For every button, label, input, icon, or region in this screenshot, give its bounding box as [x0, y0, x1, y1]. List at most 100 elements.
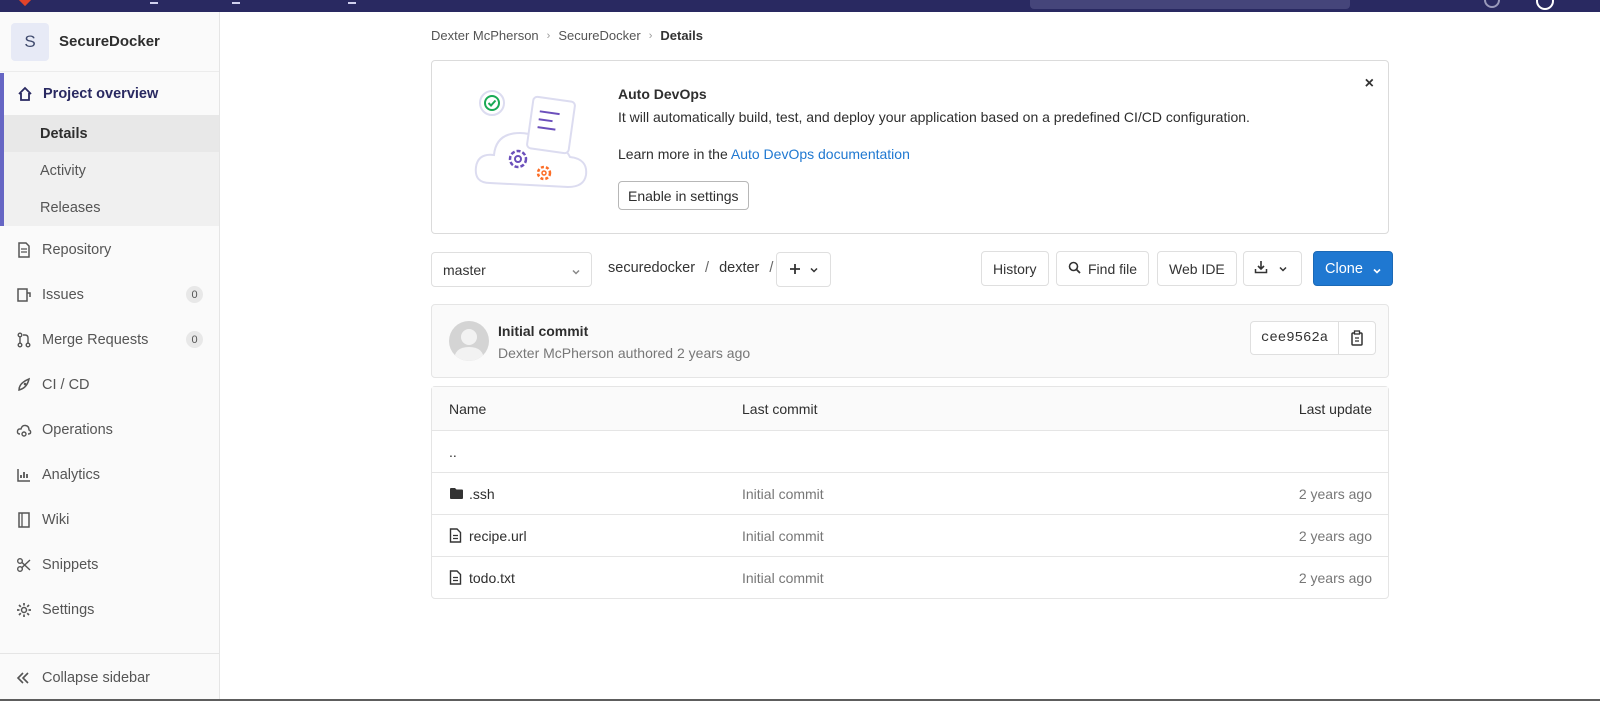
- file-last-commit[interactable]: Initial commit: [742, 486, 824, 502]
- table-row[interactable]: todo.txt Initial commit 2 years ago: [432, 556, 1388, 598]
- sidebar-subitem-details[interactable]: Details: [4, 115, 219, 152]
- file-name-link[interactable]: recipe.url: [469, 528, 527, 544]
- double-chevron-left-icon: [16, 671, 32, 685]
- sidebar-item-wiki[interactable]: Wiki: [0, 497, 219, 542]
- nav-dropdown-icon[interactable]: [232, 0, 240, 4]
- user-avatar[interactable]: [1536, 0, 1554, 10]
- chevron-down-icon: [1372, 264, 1382, 280]
- table-row-parent[interactable]: ..: [432, 430, 1388, 472]
- project-avatar[interactable]: S: [11, 22, 49, 61]
- close-icon[interactable]: ×: [1365, 75, 1374, 93]
- file-name-cell: .ssh: [449, 486, 495, 502]
- sidebar-item-label: Operations: [42, 421, 113, 438]
- sidebar-item-repository[interactable]: Repository: [0, 227, 219, 272]
- sidebar-subitem-activity[interactable]: Activity: [4, 152, 219, 189]
- merge-request-icon: [16, 332, 32, 348]
- file-last-update: 2 years ago: [1298, 527, 1372, 544]
- table-header-row: Name Last commit Last update: [432, 387, 1388, 430]
- file-name-link[interactable]: todo.txt: [469, 570, 515, 586]
- find-file-button[interactable]: Find file: [1056, 251, 1150, 286]
- chart-icon: [16, 467, 32, 483]
- commit-meta-suffix: authored 2 years ago: [617, 345, 751, 361]
- sidebar-item-settings[interactable]: Settings: [0, 587, 219, 632]
- add-file-dropdown-button[interactable]: [776, 252, 831, 287]
- auto-devops-banner: Auto DevOps It will automatically build,…: [431, 60, 1389, 234]
- search-input[interactable]: [1030, 0, 1350, 9]
- issues-count-badge: 0: [186, 286, 203, 303]
- sidebar-item-snippets[interactable]: Snippets: [0, 542, 219, 587]
- breadcrumb-item-project[interactable]: SecureDocker: [558, 28, 640, 43]
- commit-author[interactable]: Dexter McPherson: [498, 345, 614, 361]
- last-commit-panel: Initial commit Dexter McPherson authored…: [431, 304, 1389, 378]
- sidebar-item-label: Analytics: [42, 466, 101, 483]
- branch-name: master: [443, 261, 486, 278]
- file-icon: [449, 570, 465, 585]
- download-dropdown-button[interactable]: [1243, 251, 1302, 286]
- sidebar-item-issues[interactable]: Issues 0: [0, 272, 219, 317]
- download-icon: [1254, 260, 1268, 277]
- branch-selector[interactable]: master: [431, 252, 592, 287]
- chevron-right-icon: ›: [648, 29, 653, 42]
- project-name[interactable]: SecureDocker: [59, 33, 160, 50]
- search-icon: [1068, 261, 1081, 277]
- commit-meta: Dexter McPherson authored 2 years ago: [498, 345, 750, 361]
- table-row[interactable]: recipe.url Initial commit 2 years ago: [432, 514, 1388, 556]
- clone-dropdown-button[interactable]: Clone: [1313, 251, 1393, 286]
- sidebar-item-merge-requests[interactable]: Merge Requests 0: [0, 317, 219, 362]
- document-icon: [16, 241, 32, 258]
- history-button[interactable]: History: [981, 251, 1049, 286]
- rocket-icon: [16, 377, 32, 393]
- scissors-icon: [16, 557, 32, 573]
- auto-devops-docs-link[interactable]: Auto DevOps documentation: [731, 146, 910, 162]
- sidebar-item-label: CI / CD: [42, 376, 90, 393]
- sidebar-item-operations[interactable]: Operations: [0, 407, 219, 452]
- table-row[interactable]: .ssh Initial commit 2 years ago: [432, 472, 1388, 514]
- top-navbar: [0, 0, 1600, 12]
- collapse-sidebar-label: Collapse sidebar: [42, 669, 151, 686]
- file-table: Name Last commit Last update .. .ssh Ini…: [431, 386, 1389, 599]
- file-name-cell: todo.txt: [449, 570, 515, 586]
- file-last-commit[interactable]: Initial commit: [742, 570, 824, 586]
- repo-path: securedocker / dexter /: [608, 260, 783, 276]
- path-segment-dexter[interactable]: dexter: [719, 260, 759, 276]
- project-header[interactable]: S SecureDocker: [0, 12, 219, 72]
- chevron-right-icon: ›: [546, 29, 551, 42]
- sidebar-item-project-overview[interactable]: Project overview: [4, 73, 219, 115]
- parent-directory-link[interactable]: ..: [449, 444, 457, 460]
- cloud-gear-icon: [16, 422, 32, 438]
- help-icon[interactable]: [1484, 0, 1500, 8]
- sidebar-item-label: Project overview: [43, 86, 159, 102]
- plus-icon: [789, 262, 801, 278]
- breadcrumb-item-current[interactable]: Details: [660, 28, 703, 43]
- file-last-commit[interactable]: Initial commit: [742, 528, 824, 544]
- file-name-cell: recipe.url: [449, 528, 527, 544]
- column-header-last-update: Last update: [1298, 400, 1372, 417]
- commit-sha[interactable]: cee9562a: [1251, 322, 1340, 354]
- nav-menu-icon[interactable]: [150, 0, 158, 4]
- sidebar-item-ci-cd[interactable]: CI / CD: [0, 362, 219, 407]
- banner-learn-prefix: Learn more in the: [618, 146, 728, 162]
- web-ide-button[interactable]: Web IDE: [1157, 251, 1237, 286]
- sidebar-item-analytics[interactable]: Analytics: [0, 452, 219, 497]
- sidebar-subitem-releases[interactable]: Releases: [4, 189, 219, 226]
- banner-title: Auto DevOps: [618, 86, 707, 102]
- auto-devops-illustration-icon: [474, 90, 588, 189]
- commit-sha-group: cee9562a: [1250, 321, 1377, 355]
- file-name-link[interactable]: .ssh: [469, 486, 495, 502]
- avatar[interactable]: [449, 321, 489, 361]
- commit-title[interactable]: Initial commit: [498, 323, 588, 339]
- copy-icon[interactable]: [1339, 322, 1375, 354]
- home-icon: [16, 85, 34, 103]
- issues-icon: [16, 287, 32, 303]
- file-last-update: 2 years ago: [1298, 569, 1372, 586]
- clone-label: Clone: [1325, 260, 1363, 277]
- enable-in-settings-button[interactable]: Enable in settings: [618, 181, 749, 210]
- collapse-sidebar-button[interactable]: Collapse sidebar: [0, 653, 219, 701]
- nav-plus-icon[interactable]: [348, 0, 356, 4]
- column-header-last-commit: Last commit: [742, 400, 818, 417]
- breadcrumb-item-user[interactable]: Dexter McPherson: [431, 28, 539, 43]
- gitlab-logo-icon[interactable]: [17, 0, 33, 7]
- path-segment-securedocker[interactable]: securedocker: [608, 260, 695, 276]
- chevron-down-icon: [809, 262, 819, 278]
- merge-requests-count-badge: 0: [186, 331, 203, 348]
